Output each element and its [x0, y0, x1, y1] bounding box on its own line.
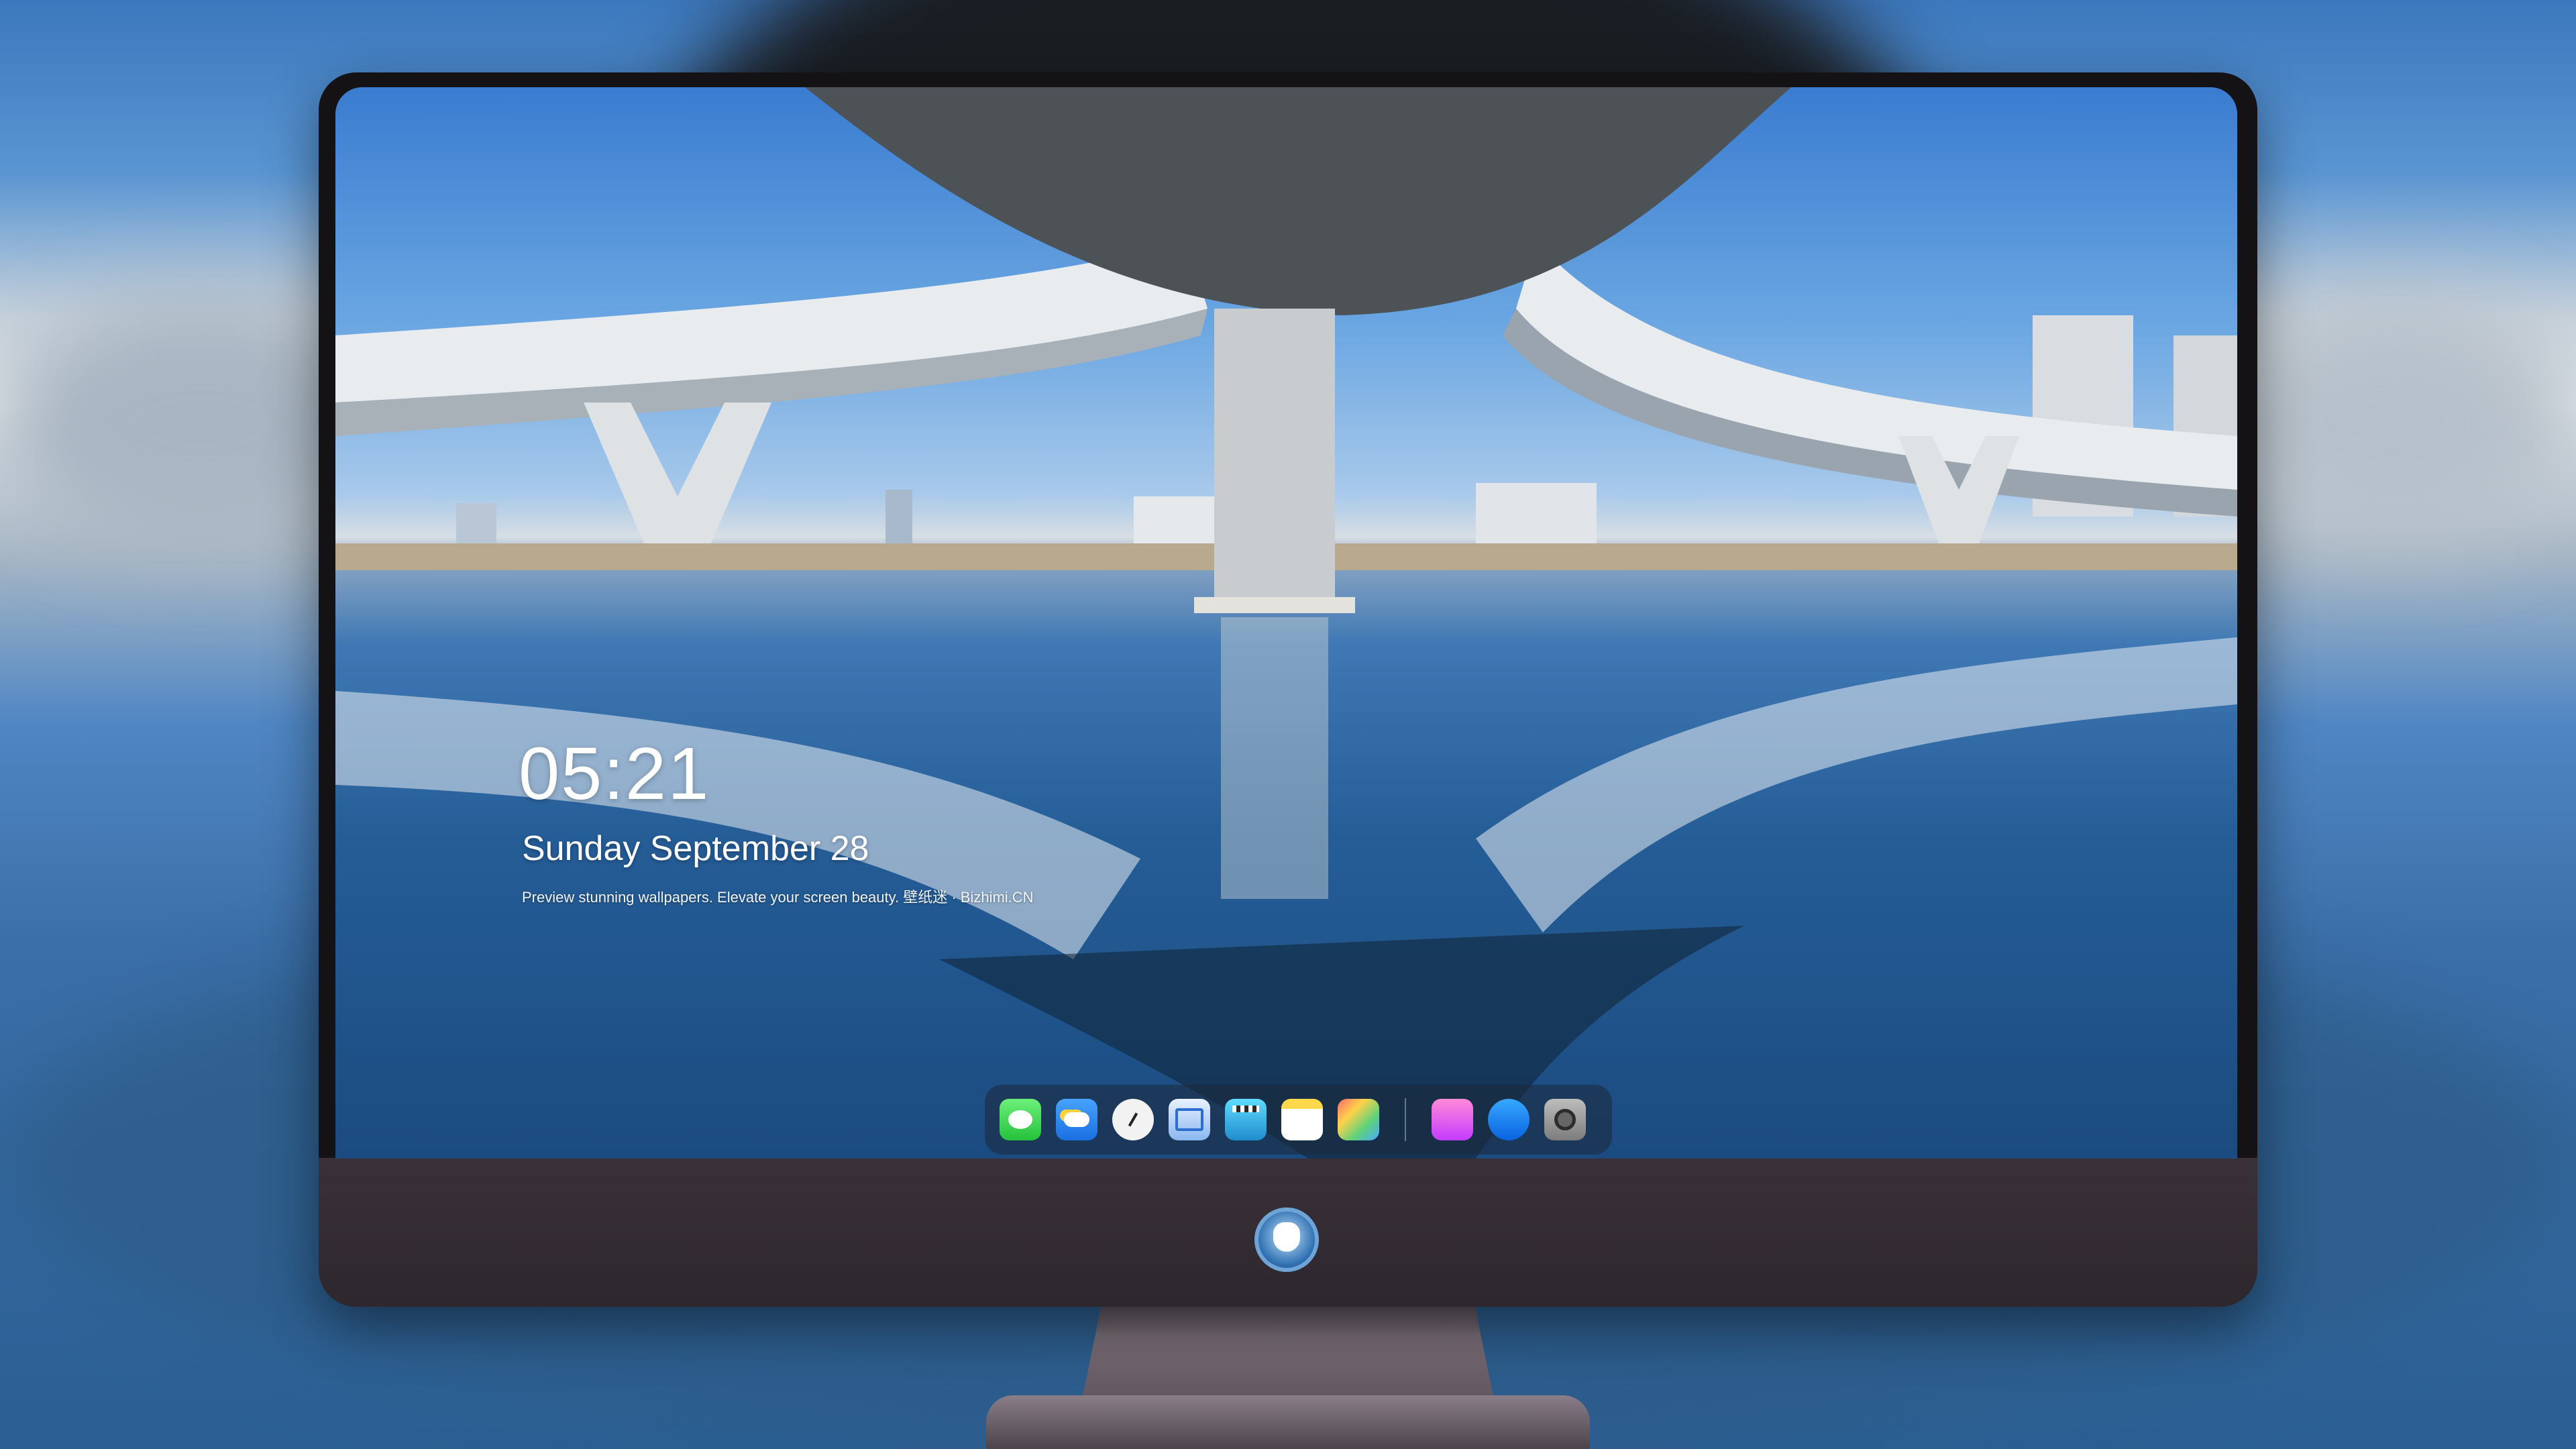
monitor: 05:21 Sunday September 28 Preview stunni…: [319, 72, 2257, 1307]
lock-date: Sunday September 28: [522, 829, 869, 868]
lock-clock: 05:21: [519, 733, 710, 815]
weather-icon[interactable]: [1056, 1099, 1097, 1140]
brand-logo-icon: [1254, 1208, 1319, 1272]
wallpaper-bridge-scene: [335, 87, 2237, 1159]
lock-screen: 05:21 Sunday September 28 Preview stunni…: [335, 87, 2237, 1159]
messages-icon[interactable]: [1000, 1099, 1041, 1140]
monitor-stand-base: [986, 1395, 1590, 1449]
clapperboard-icon[interactable]: [1225, 1099, 1267, 1140]
music-icon[interactable]: [1432, 1099, 1473, 1140]
wallpaper-tagline: Preview stunning wallpapers. Elevate you…: [522, 889, 1034, 906]
preview-icon[interactable]: [1169, 1099, 1210, 1140]
dock-separator: [1405, 1098, 1406, 1141]
dock: [985, 1085, 1612, 1155]
blur-shape: [2214, 295, 2576, 550]
notes-icon[interactable]: [1281, 1099, 1323, 1140]
camera-icon[interactable]: [1544, 1099, 1586, 1140]
clock-icon[interactable]: [1112, 1099, 1154, 1140]
app-store-icon[interactable]: [1488, 1099, 1529, 1140]
photos-icon[interactable]: [1338, 1099, 1379, 1140]
